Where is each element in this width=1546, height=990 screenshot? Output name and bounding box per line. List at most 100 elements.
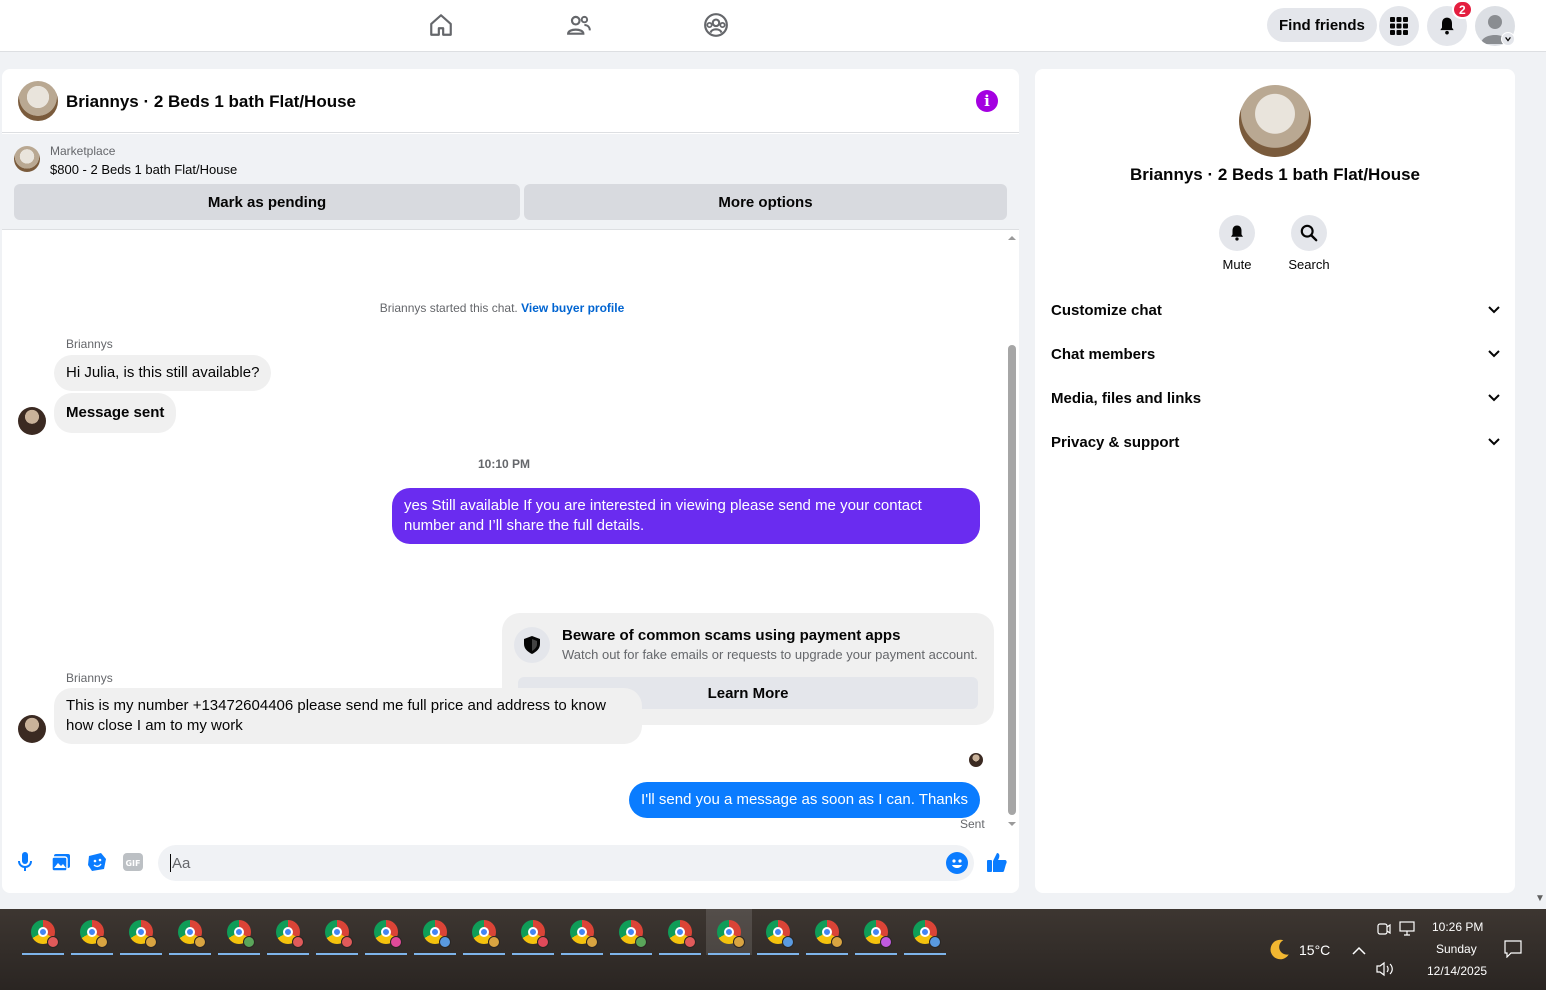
taskbar-chrome-window[interactable] (706, 909, 752, 955)
clock-day[interactable]: Sunday (1436, 942, 1477, 956)
mark-as-pending-button[interactable]: Mark as pending (14, 184, 520, 220)
sender-avatar[interactable] (18, 407, 46, 435)
running-indicator (267, 953, 309, 955)
mute-button[interactable]: Mute (1207, 215, 1267, 272)
listing-profile-photo[interactable] (1239, 85, 1311, 157)
like-thumbs-up-icon[interactable] (986, 851, 1008, 873)
find-friends-button[interactable]: Find friends (1267, 8, 1377, 42)
clock-date[interactable]: 12/14/2025 (1427, 964, 1487, 978)
taskbar-chrome-window[interactable] (69, 909, 115, 955)
profile-badge-icon (439, 936, 451, 948)
chat-members-row[interactable]: Chat members (1051, 332, 1501, 376)
page-scroll-down-arrow-icon[interactable]: ▼ (1535, 893, 1545, 904)
row-label: Chat members (1051, 345, 1156, 363)
taskbar-chrome-window[interactable] (657, 909, 703, 955)
chevron-down-icon[interactable] (1501, 32, 1515, 46)
running-indicator (120, 953, 162, 955)
taskbar-chrome-window[interactable] (853, 909, 899, 955)
taskbar-chrome-window[interactable] (510, 909, 556, 955)
customize-chat-row[interactable]: Customize chat (1051, 288, 1501, 332)
search-button[interactable]: Search (1279, 215, 1339, 272)
listing-thumbnail[interactable] (18, 81, 58, 121)
taskbar-chrome-window[interactable] (755, 909, 801, 955)
profile-badge-icon (341, 936, 353, 948)
privacy-support-row[interactable]: Privacy & support (1051, 420, 1501, 464)
taskbar-chrome-window[interactable] (608, 909, 654, 955)
microphone-icon[interactable] (14, 851, 36, 873)
running-indicator (855, 953, 897, 955)
chrome-icon (31, 920, 59, 948)
sender-avatar[interactable] (18, 715, 46, 743)
running-indicator (463, 953, 505, 955)
menu-grid-icon[interactable] (1379, 6, 1419, 46)
taskbar-chrome-window[interactable] (363, 909, 409, 955)
marketplace-banner: Marketplace $800 - 2 Beds 1 bath Flat/Ho… (2, 134, 1019, 230)
taskbar-chrome-window[interactable] (314, 909, 360, 955)
profile-badge-icon (96, 936, 108, 948)
row-label: Media, files and links (1051, 389, 1202, 407)
friends-icon[interactable] (564, 10, 594, 40)
chrome-icon (129, 920, 157, 948)
taskbar-chrome-window[interactable] (559, 909, 605, 955)
info-icon[interactable]: i (976, 90, 998, 112)
chevron-up-icon[interactable] (1352, 943, 1366, 961)
view-buyer-profile-link[interactable]: View buyer profile (521, 301, 624, 315)
outgoing-message[interactable]: yes Still available If you are intereste… (392, 488, 980, 544)
groups-icon[interactable] (701, 10, 731, 40)
info-panel-title[interactable]: Briannys · 2 Beds 1 bath Flat/House (1035, 165, 1515, 185)
taskbar-chrome-window[interactable] (804, 909, 850, 955)
outgoing-message[interactable]: I'll send you a message as soon as I can… (629, 782, 980, 818)
action-center-icon[interactable] (1504, 940, 1522, 963)
chrome-icon (80, 920, 108, 948)
message-input[interactable]: Aa (158, 845, 974, 881)
scroll-thumb[interactable] (1008, 345, 1016, 815)
media-files-links-row[interactable]: Media, files and links (1051, 376, 1501, 420)
photo-icon[interactable] (50, 851, 72, 873)
message-composer: GIF Aa (2, 841, 1019, 885)
warning-subtitle: Watch out for fake emails or requests to… (562, 647, 978, 662)
search-label: Search (1288, 257, 1330, 272)
chat-panel: Briannys · 2 Beds 1 bath Flat/House i Ma… (2, 69, 1019, 893)
home-icon[interactable] (426, 10, 456, 40)
profile-badge-icon (47, 936, 59, 948)
running-indicator (218, 953, 260, 955)
profile-badge-icon (537, 936, 549, 948)
incoming-message[interactable]: Hi Julia, is this still available? (54, 355, 272, 391)
weather-temperature[interactable]: 15°C (1299, 942, 1330, 958)
listing-small-thumbnail[interactable] (14, 146, 40, 172)
clock-time[interactable]: 10:26 PM (1432, 920, 1483, 934)
moon-weather-icon[interactable] (1266, 937, 1292, 968)
running-indicator (708, 953, 750, 955)
volume-icon[interactable] (1375, 961, 1395, 982)
profile-badge-icon (292, 936, 304, 948)
incoming-message[interactable]: Message sent (54, 393, 177, 433)
taskbar-chrome-window[interactable] (412, 909, 458, 955)
incoming-message[interactable]: This is my number +13472604406 please se… (54, 688, 642, 744)
running-indicator (610, 953, 652, 955)
chrome-icon (276, 920, 304, 948)
shield-icon (514, 627, 550, 663)
running-indicator (512, 953, 554, 955)
message-scrollbar[interactable] (1005, 233, 1019, 833)
warning-title: Beware of common scams using payment app… (562, 627, 901, 644)
chat-title[interactable]: Briannys · 2 Beds 1 bath Flat/House (66, 92, 356, 112)
listing-price-title[interactable]: $800 - 2 Beds 1 bath Flat/House (50, 162, 237, 177)
taskbar-chrome-window[interactable] (118, 909, 164, 955)
taskbar-chrome-window[interactable] (902, 909, 948, 955)
more-options-button[interactable]: More options (524, 184, 1007, 220)
taskbar-chrome-window[interactable] (20, 909, 66, 955)
running-indicator (806, 953, 848, 955)
taskbar-chrome-window[interactable] (167, 909, 213, 955)
emoji-icon[interactable] (946, 852, 968, 874)
chrome-icon (864, 920, 892, 948)
gif-icon[interactable]: GIF (122, 851, 144, 873)
profile-badge-icon (635, 936, 647, 948)
network-icon[interactable] (1399, 921, 1417, 942)
sticker-icon[interactable] (86, 851, 108, 873)
chevron-down-icon (1488, 306, 1500, 314)
windows-taskbar: 15°C 10:26 PM Sunday 12/14/2025 (0, 909, 1546, 990)
taskbar-chrome-window[interactable] (461, 909, 507, 955)
meet-now-icon[interactable] (1377, 921, 1391, 942)
taskbar-chrome-window[interactable] (216, 909, 262, 955)
taskbar-chrome-window[interactable] (265, 909, 311, 955)
